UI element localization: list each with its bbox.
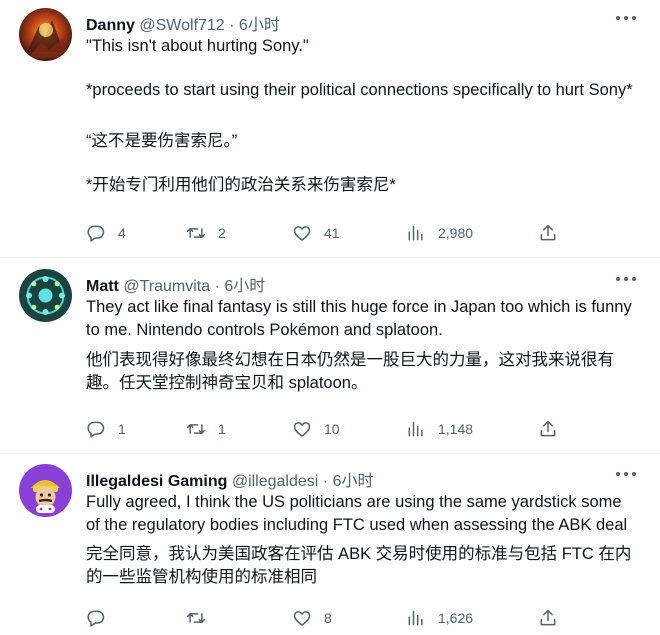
- view-count: 1,148: [438, 421, 474, 437]
- view-count: 2,980: [438, 225, 474, 241]
- tweet[interactable]: Danny @SWolf712 · 6小时 "This isn't about …: [0, 0, 660, 258]
- like-icon: [293, 422, 311, 437]
- avatar[interactable]: [19, 8, 72, 61]
- share-icon: [540, 420, 556, 437]
- more-icon[interactable]: [616, 16, 636, 22]
- tweet-text: *proceeds to start using their political…: [86, 81, 633, 99]
- tweet-text: “这不是要伤害索尼。”: [86, 132, 238, 150]
- like-icon: [293, 226, 311, 241]
- reply-button[interactable]: 1: [86, 417, 126, 441]
- reply-icon: [87, 610, 105, 627]
- views-icon: [408, 421, 423, 437]
- more-icon[interactable]: [616, 277, 636, 283]
- like-count: 41: [324, 225, 340, 241]
- share-button[interactable]: [538, 417, 558, 441]
- tweet-feed: Danny @SWolf712 · 6小时 "This isn't about …: [0, 0, 660, 635]
- like-button[interactable]: 8: [292, 606, 332, 630]
- tweet-header: Danny @SWolf712 · 6小时: [86, 11, 280, 35]
- timestamp[interactable]: 6小时: [224, 278, 265, 295]
- share-icon: [540, 609, 556, 626]
- tweet-actions: 4 2 41 2,980: [86, 221, 566, 245]
- retweet-icon: [186, 228, 206, 238]
- retweet-button[interactable]: 1: [186, 417, 226, 441]
- avatar[interactable]: [19, 464, 72, 517]
- share-button[interactable]: [538, 606, 558, 630]
- retweet-icon: [186, 424, 206, 434]
- views-icon: [408, 225, 423, 241]
- separator: ·: [229, 17, 235, 34]
- share-icon: [540, 224, 556, 241]
- views-button[interactable]: 1,148: [406, 417, 473, 441]
- like-count: 10: [324, 421, 340, 437]
- user-handle[interactable]: @Traumvita: [123, 278, 210, 295]
- avatar[interactable]: [19, 269, 72, 322]
- timestamp[interactable]: 6小时: [333, 473, 374, 490]
- retweet-count: 2: [218, 225, 226, 241]
- user-handle[interactable]: @SWolf712: [139, 17, 224, 34]
- reply-icon: [87, 225, 105, 242]
- views-button[interactable]: 1,626: [406, 606, 473, 630]
- display-name[interactable]: Illegaldesi Gaming: [86, 473, 227, 490]
- display-name[interactable]: Danny: [86, 17, 135, 34]
- retweet-button[interactable]: [186, 606, 218, 630]
- retweet-count: 1: [218, 421, 226, 437]
- tweet-text: "This isn't about hurting Sony.": [86, 37, 309, 55]
- retweet-icon: [186, 613, 206, 623]
- reply-count: 4: [118, 225, 126, 241]
- more-icon[interactable]: [616, 472, 636, 478]
- share-button[interactable]: [538, 221, 558, 245]
- reply-icon: [87, 421, 105, 438]
- tweet-text: 他们表现得好像最终幻想在日本仍然是一股巨大的力量，这对我来说很有趣。任天堂控制神…: [86, 351, 614, 392]
- like-button[interactable]: 41: [292, 221, 340, 245]
- tweet-actions: 1 1 10 1,148: [86, 417, 566, 441]
- tweet-text: 完全同意，我认为美国政客在评估 ABK 交易时使用的标准与包括 FTC 在内的一…: [86, 545, 632, 586]
- view-count: 1,626: [438, 610, 474, 626]
- views-icon: [408, 610, 423, 626]
- reply-count: 1: [118, 421, 126, 437]
- tweet-header: Illegaldesi Gaming @illegaldesi · 6小时: [86, 467, 373, 491]
- reply-button[interactable]: [86, 606, 118, 630]
- views-button[interactable]: 2,980: [406, 221, 473, 245]
- timestamp[interactable]: 6小时: [239, 17, 280, 34]
- separator: ·: [322, 473, 329, 490]
- separator: ·: [214, 278, 220, 295]
- reply-button[interactable]: 4: [86, 221, 126, 245]
- like-icon: [293, 611, 311, 626]
- like-count: 8: [324, 610, 332, 626]
- tweet-actions: 8 1,626: [86, 606, 566, 630]
- tweet[interactable]: Illegaldesi Gaming @illegaldesi · 6小时 Fu…: [0, 454, 660, 635]
- like-button[interactable]: 10: [292, 417, 340, 441]
- tweet-text: Fully agreed, I think the US politicians…: [86, 493, 628, 534]
- user-handle[interactable]: @illegaldesi: [232, 473, 319, 490]
- display-name[interactable]: Matt: [86, 278, 119, 295]
- tweet-text: *开始专门利用他们的政治关系来伤害索尼*: [86, 176, 396, 194]
- tweet[interactable]: Matt @Traumvita · 6小时 They act like fina…: [0, 258, 660, 454]
- tweet-text: They act like final fantasy is still thi…: [86, 298, 637, 339]
- tweet-header: Matt @Traumvita · 6小时: [86, 272, 265, 296]
- retweet-button[interactable]: 2: [186, 221, 226, 245]
